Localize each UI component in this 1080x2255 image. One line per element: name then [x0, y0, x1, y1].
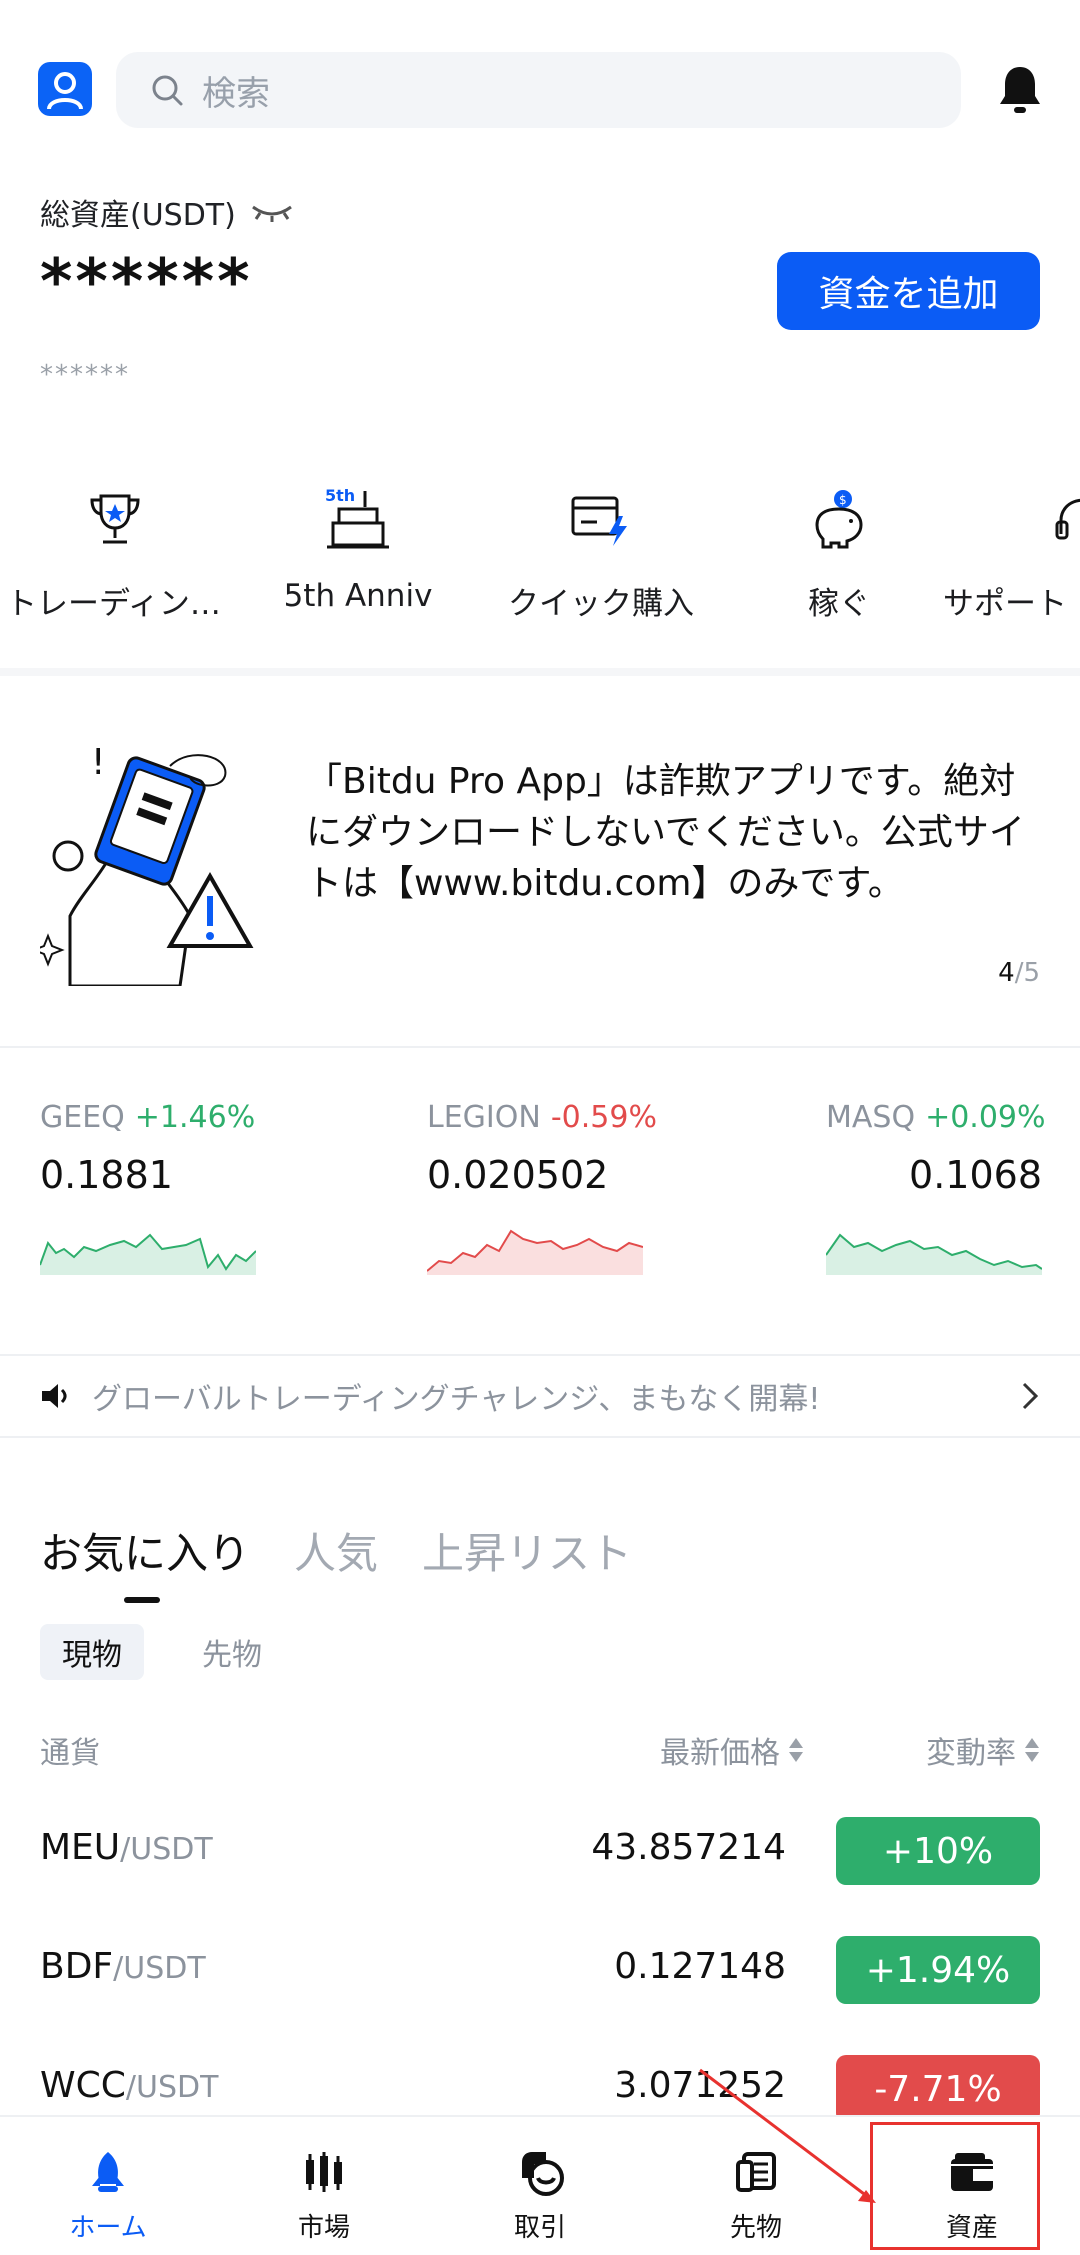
ticker-price: 0.020502	[427, 1153, 609, 1197]
shortcut-support[interactable]: サポート	[943, 480, 1080, 623]
svg-text:5th: 5th	[325, 486, 355, 505]
highlight-box	[870, 2122, 1040, 2250]
market-subtabs: 現物 先物	[40, 1624, 284, 1680]
search-icon	[152, 75, 183, 106]
ticker-sparkline	[825, 1233, 1043, 1275]
total-assets-fiat-value: ******	[40, 360, 130, 390]
tab-gainers[interactable]: 上昇リスト	[422, 1520, 632, 1581]
nav-home[interactable]: ホーム	[0, 2147, 216, 2244]
market-candles-icon	[306, 2152, 342, 2192]
pair-name: WCC/USDT	[40, 2065, 219, 2106]
subtab-spot[interactable]: 現物	[40, 1624, 144, 1680]
section-divider	[0, 668, 1080, 676]
col-change[interactable]: 変動率	[926, 1728, 1040, 1772]
ticker-price: 0.1881	[40, 1153, 173, 1197]
ticker-card[interactable]: LEGION -0.59% 0.020502	[426, 1100, 667, 1279]
table-row[interactable]: BDF/USDT 0.127148 +1.94%	[40, 1936, 1040, 2006]
banner-pager: 4/5	[998, 958, 1040, 988]
pair-name: BDF/USDT	[40, 1946, 206, 1987]
announcement-bar[interactable]: グローバルトレーディングチャレンジ、まもなく開幕!	[0, 1354, 1080, 1438]
shortcut-anniversary[interactable]: 5th 5th Anniv	[243, 480, 473, 614]
shortcut-row: トレーディン… 5th 5th Anniv クイック購入 $ 稼ぐ サポート	[0, 480, 1080, 670]
shortcut-quick-buy[interactable]: クイック購入	[486, 480, 716, 623]
svg-text:$: $	[839, 493, 847, 507]
tab-favorites[interactable]: お気に入り	[40, 1520, 250, 1603]
total-assets-label: 総資産(USDT)	[40, 190, 294, 234]
tab-popular[interactable]: 人気	[294, 1520, 378, 1581]
sort-icon	[789, 1738, 803, 1762]
change-badge: +10%	[836, 1817, 1040, 1885]
banner-text: 「Bitdu Pro App」は詐欺アプリです。絶対にダウンロードしないでくださ…	[306, 761, 1025, 904]
hide-balance-eye-icon[interactable]	[250, 201, 294, 223]
support-icon	[1055, 498, 1080, 540]
ticker-card[interactable]: MASQ +0.09% 0.1068	[825, 1100, 1046, 1279]
last-price: 0.127148	[614, 1946, 786, 1987]
shortcut-earn[interactable]: $ 稼ぐ	[724, 480, 954, 623]
ticker-price: 0.1068	[909, 1153, 1042, 1197]
search-placeholder: 検索	[202, 73, 270, 114]
last-price: 43.857214	[591, 1827, 786, 1868]
card-icon	[571, 496, 627, 546]
search-input[interactable]: 検索	[116, 52, 961, 128]
table-row[interactable]: MEU/USDT 43.857214 +10%	[40, 1817, 1040, 1887]
speaker-icon	[42, 1384, 67, 1408]
nav-market[interactable]: 市場	[216, 2147, 432, 2244]
market-tabs: お気に入り 人気 上昇リスト	[40, 1520, 632, 1603]
cake-icon: 5th	[325, 486, 389, 549]
add-funds-button[interactable]: 資金を追加	[777, 252, 1040, 330]
change-badge: +1.94%	[836, 1936, 1040, 2004]
col-last-price[interactable]: 最新価格	[660, 1728, 804, 1772]
ticker-card[interactable]: GEEQ +1.46% 0.1881	[39, 1100, 280, 1279]
svg-text:!: !	[91, 746, 105, 783]
piggy-bank-icon: $	[815, 490, 863, 549]
pair-name: MEU/USDT	[40, 1827, 213, 1868]
ticker-sparkline	[39, 1233, 257, 1275]
last-price: 3.071252	[614, 2065, 786, 2106]
scam-warning-illustration: !	[40, 746, 254, 986]
announcement-text: グローバルトレーディングチャレンジ、まもなく開幕!	[92, 1382, 821, 1417]
trophy-icon	[90, 494, 140, 544]
subtab-futures[interactable]: 先物	[180, 1624, 284, 1680]
nav-trade[interactable]: 取引	[432, 2147, 648, 2244]
trade-icon	[522, 2152, 564, 2196]
home-rocket-icon	[92, 2152, 124, 2192]
shortcut-trading[interactable]: トレーディン…	[0, 480, 230, 623]
top-bar: 検索	[0, 0, 1080, 170]
chevron-right-icon	[1022, 1382, 1039, 1410]
change-badge: -7.71%	[836, 2055, 1040, 2123]
announcement-banner[interactable]: ! 「Bitdu Pro App」は詐欺アプリです。絶対にダウンロードしないでく…	[0, 676, 1080, 1046]
notification-bell-icon[interactable]	[995, 62, 1045, 116]
total-assets-value: ******	[40, 245, 253, 318]
ticker-sparkline	[426, 1229, 644, 1275]
profile-avatar-icon[interactable]	[38, 62, 92, 116]
futures-icon	[736, 2152, 776, 2192]
sort-icon	[1025, 1738, 1039, 1762]
col-currency: 通貨	[40, 1736, 100, 1771]
nav-futures[interactable]: 先物	[648, 2147, 864, 2244]
divider	[0, 1046, 1080, 1048]
table-header: 通貨 最新価格 変動率	[40, 1728, 1040, 1771]
